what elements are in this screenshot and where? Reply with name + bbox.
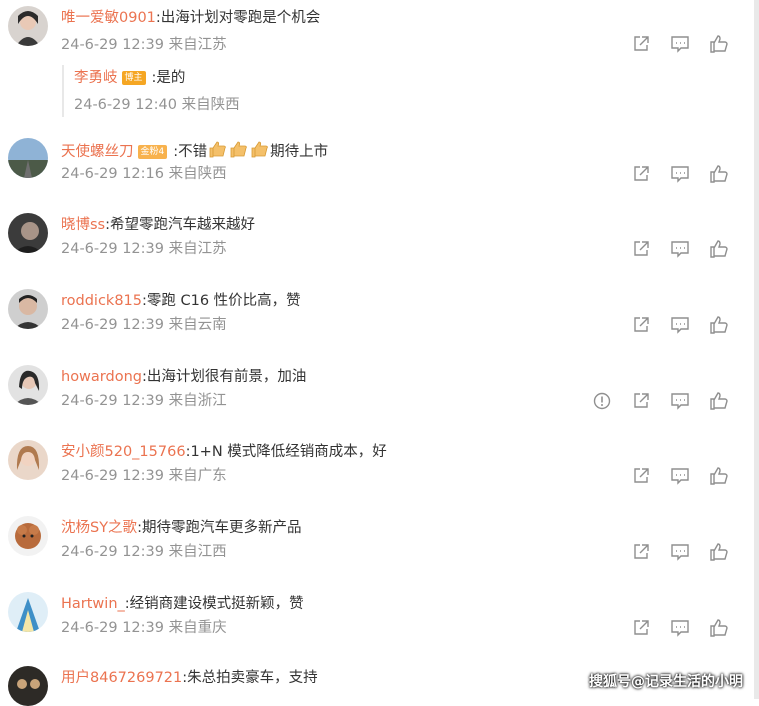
reply-username[interactable]: 李勇岐 [74,70,118,86]
share-icon[interactable] [631,542,651,562]
avatar[interactable] [8,516,48,556]
like-icon[interactable] [709,466,729,486]
avatar[interactable] [8,666,48,706]
like-icon[interactable] [709,239,729,259]
comment-time: 24-6-29 12:16 [61,166,164,182]
comment-location: 来自江苏 [168,37,227,53]
share-icon[interactable] [631,391,651,411]
comment-text: :期待零跑汽车更多新产品 [137,520,302,536]
avatar[interactable] [8,138,48,178]
avatar[interactable] [8,213,48,253]
comment-time: 24-6-29 12:39 [61,317,164,333]
comment-text-continued: 期待上市 [270,144,329,160]
comment-username[interactable]: Hartwin_ [61,596,125,612]
comment-location: 来自江苏 [168,241,227,257]
comment-username[interactable]: 唯一爱敏0901 [61,10,156,26]
comment-text: :出海计划很有前景，加油 [141,369,307,385]
comment-text: :不错 [173,144,208,160]
comment-icon[interactable] [670,466,690,486]
like-icon[interactable] [709,542,729,562]
comment-icon[interactable] [670,239,690,259]
avatar[interactable] [8,365,48,405]
share-icon[interactable] [631,466,651,486]
comment-text: :朱总拍卖豪车，支持 [182,670,318,686]
comment-username[interactable]: 晓博ss [61,217,105,233]
comment-time: 24-6-29 12:39 [61,620,164,636]
comment-location: 来自陕西 [168,166,227,182]
like-icon[interactable] [709,315,729,335]
comment-text: :经销商建设模式挺新颖，赞 [124,596,304,612]
share-icon[interactable] [631,239,651,259]
share-icon[interactable] [631,315,651,335]
thumbs-up-emoji-icon [208,140,227,159]
reply-text: :是的 [151,70,186,86]
comment-icon[interactable] [670,618,690,638]
comment-location: 来自重庆 [168,620,227,636]
comment-username[interactable]: 用户8467269721 [61,670,182,686]
share-icon[interactable] [631,34,651,54]
watermark: 搜狐号@记录生活的小明 [589,674,743,690]
comment-username[interactable]: 安小颜520_15766 [61,444,186,460]
comment-time: 24-6-29 12:39 [61,468,164,484]
comment-icon[interactable] [670,34,690,54]
comment-location: 来自浙江 [168,393,227,409]
comment-text: :出海计划对零跑是个机会 [155,10,321,26]
report-icon[interactable] [592,391,612,411]
like-icon[interactable] [709,391,729,411]
fan-badge: 金粉4 [137,145,168,159]
comment-icon[interactable] [670,315,690,335]
comment-time: 24-6-29 12:39 [61,37,164,53]
scrollbar[interactable] [754,0,759,699]
comment-icon[interactable] [670,542,690,562]
comment-location: 来自云南 [168,317,227,333]
comment-time: 24-6-29 12:39 [61,241,164,257]
reply-time: 24-6-29 12:40 [74,97,177,113]
avatar[interactable] [8,289,48,329]
like-icon[interactable] [709,34,729,54]
comment-icon[interactable] [670,391,690,411]
comment-username[interactable]: howardong [61,369,142,385]
comment-icon[interactable] [670,164,690,184]
comment-location: 来自广东 [168,468,227,484]
comment-time: 24-6-29 12:39 [61,544,164,560]
share-icon[interactable] [631,618,651,638]
reply-item: 李勇岐 博主 :是的 24-6-29 12:40 来自陕西 [62,65,474,117]
thumbs-up-emoji-icon [250,140,269,159]
comment-username[interactable]: 沈杨SY之歌 [61,520,137,536]
reply-location: 来自陕西 [181,97,240,113]
like-icon[interactable] [709,618,729,638]
comment-time: 24-6-29 12:39 [61,393,164,409]
comment-username[interactable]: roddick815 [61,293,142,309]
comment-text: :1+N 模式降低经销商成本，好 [185,444,387,460]
author-badge: 博主 [121,71,146,85]
thumbs-up-emoji-icon [229,140,248,159]
comment-username[interactable]: 天使螺丝刀 [61,144,134,160]
share-icon[interactable] [631,164,651,184]
like-icon[interactable] [709,164,729,184]
avatar[interactable] [8,440,48,480]
comment-text: :希望零跑汽车越来越好 [105,217,255,233]
avatar[interactable] [8,6,48,46]
comment-text: :零跑 C16 性价比高，赞 [142,293,301,309]
comment-location: 来自江西 [168,544,227,560]
avatar[interactable] [8,592,48,632]
